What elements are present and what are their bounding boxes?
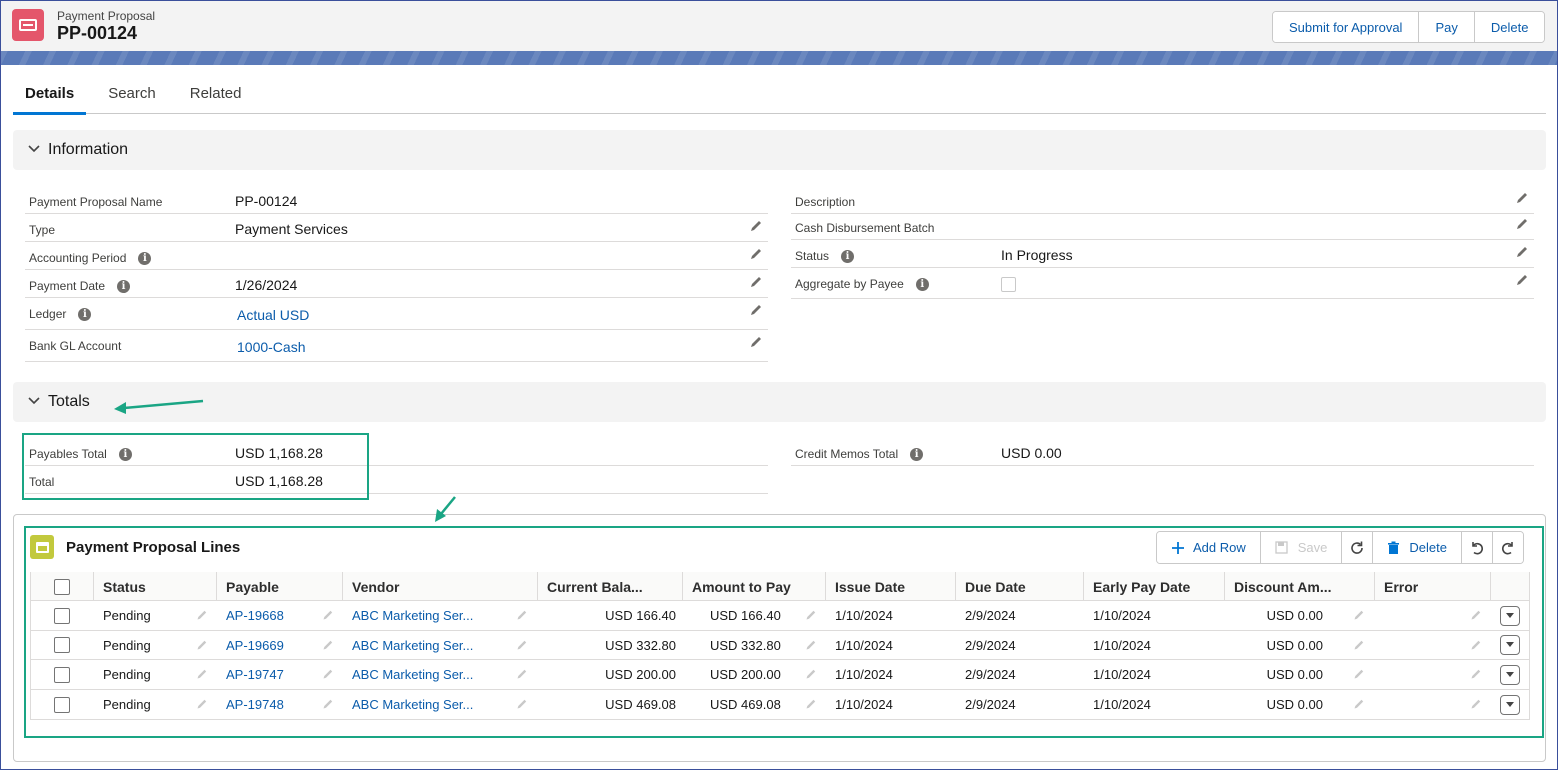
edit-pencil-icon[interactable] — [1515, 245, 1529, 259]
chevron-down-icon — [28, 145, 40, 153]
payment-proposal-record-icon — [12, 9, 44, 41]
field-bank-gl-account: Bank GL Account 1000-Cash — [25, 330, 768, 362]
ledger-link[interactable]: Actual USD — [237, 307, 309, 323]
submit-for-approval-button[interactable]: Submit for Approval — [1273, 12, 1420, 42]
aggregate-by-payee-checkbox[interactable] — [1001, 277, 1016, 292]
information-section-header[interactable]: Information — [13, 130, 1546, 170]
info-icon[interactable]: i — [138, 251, 152, 265]
field-value: 1/26/2024 — [235, 277, 298, 293]
field-label: Status i — [795, 249, 855, 263]
field-label-text: Credit Memos Total — [795, 447, 899, 461]
field-label: Payment Date i — [29, 279, 131, 293]
chevron-down-icon — [28, 397, 40, 405]
field-value: In Progress — [1001, 247, 1073, 263]
field-label: Description — [795, 195, 856, 209]
edit-pencil-icon[interactable] — [749, 275, 763, 289]
field-value: Payment Services — [235, 221, 348, 237]
info-icon[interactable]: i — [78, 307, 92, 321]
field-label-text: Payment Date — [29, 279, 106, 293]
info-icon[interactable]: i — [915, 277, 929, 291]
field-payment-date: Payment Date i 1/26/2024 — [25, 270, 768, 298]
field-ledger: Ledger i Actual USD — [25, 298, 768, 330]
field-label-text: Aggregate by Payee — [795, 277, 904, 291]
field-label: Ledger i — [29, 307, 92, 321]
edit-pencil-icon[interactable] — [749, 219, 763, 233]
edit-pencil-icon[interactable] — [1515, 217, 1529, 231]
field-cash-disbursement-batch: Cash Disbursement Batch — [791, 212, 1534, 240]
field-label: Credit Memos Total i — [795, 447, 924, 461]
field-value: PP-00124 — [235, 193, 298, 209]
edit-pencil-icon[interactable] — [749, 247, 763, 261]
field-label: Cash Disbursement Batch — [795, 221, 935, 235]
record-tabs: Details Search Related — [13, 72, 1546, 115]
delete-record-button[interactable]: Delete — [1474, 12, 1545, 42]
tab-related[interactable]: Related — [178, 72, 254, 114]
info-icon[interactable]: i — [910, 447, 924, 461]
header-banner — [1, 51, 1557, 65]
field-label: Accounting Period i — [29, 251, 152, 265]
lines-highlight-box — [24, 526, 1544, 738]
field-label-text: Ledger — [29, 307, 67, 321]
bank-gl-account-link[interactable]: 1000-Cash — [237, 339, 306, 355]
record-name: PP-00124 — [57, 23, 138, 43]
field-label: Aggregate by Payee i — [795, 277, 929, 291]
field-aggregate-by-payee: Aggregate by Payee i — [791, 268, 1534, 299]
credit-memos-total-value: USD 0.00 — [1001, 445, 1062, 461]
field-label-text: Status — [795, 249, 830, 263]
totals-highlight-box — [22, 433, 369, 500]
totals-section-header[interactable]: Totals — [13, 382, 1546, 422]
field-accounting-period: Accounting Period i — [25, 242, 768, 270]
field-label: Bank GL Account — [29, 339, 122, 353]
edit-pencil-icon[interactable] — [1515, 273, 1529, 287]
pay-button[interactable]: Pay — [1419, 12, 1475, 42]
info-icon[interactable]: i — [841, 249, 855, 263]
tab-search[interactable]: Search — [96, 72, 168, 114]
object-label: Payment Proposal — [57, 9, 156, 23]
header-actions: Submit for Approval Pay Delete — [1272, 11, 1546, 43]
totals-section-title: Totals — [48, 393, 90, 410]
field-payment-proposal-name: Payment Proposal Name PP-00124 — [25, 186, 768, 214]
field-label: Payment Proposal Name — [29, 195, 163, 209]
field-label-text: Accounting Period — [29, 251, 127, 265]
information-section-title: Information — [48, 141, 129, 158]
tab-details[interactable]: Details — [13, 72, 87, 115]
edit-pencil-icon[interactable] — [749, 335, 763, 349]
field-description: Description — [791, 186, 1534, 214]
field-status: Status i In Progress — [791, 240, 1534, 268]
info-icon[interactable]: i — [117, 279, 131, 293]
field-label: Type — [29, 223, 56, 237]
edit-pencil-icon[interactable] — [749, 303, 763, 317]
edit-pencil-icon[interactable] — [1515, 191, 1529, 205]
field-type: Type Payment Services — [25, 214, 768, 242]
field-credit-memos-total: Credit Memos Total i USD 0.00 — [791, 438, 1534, 466]
